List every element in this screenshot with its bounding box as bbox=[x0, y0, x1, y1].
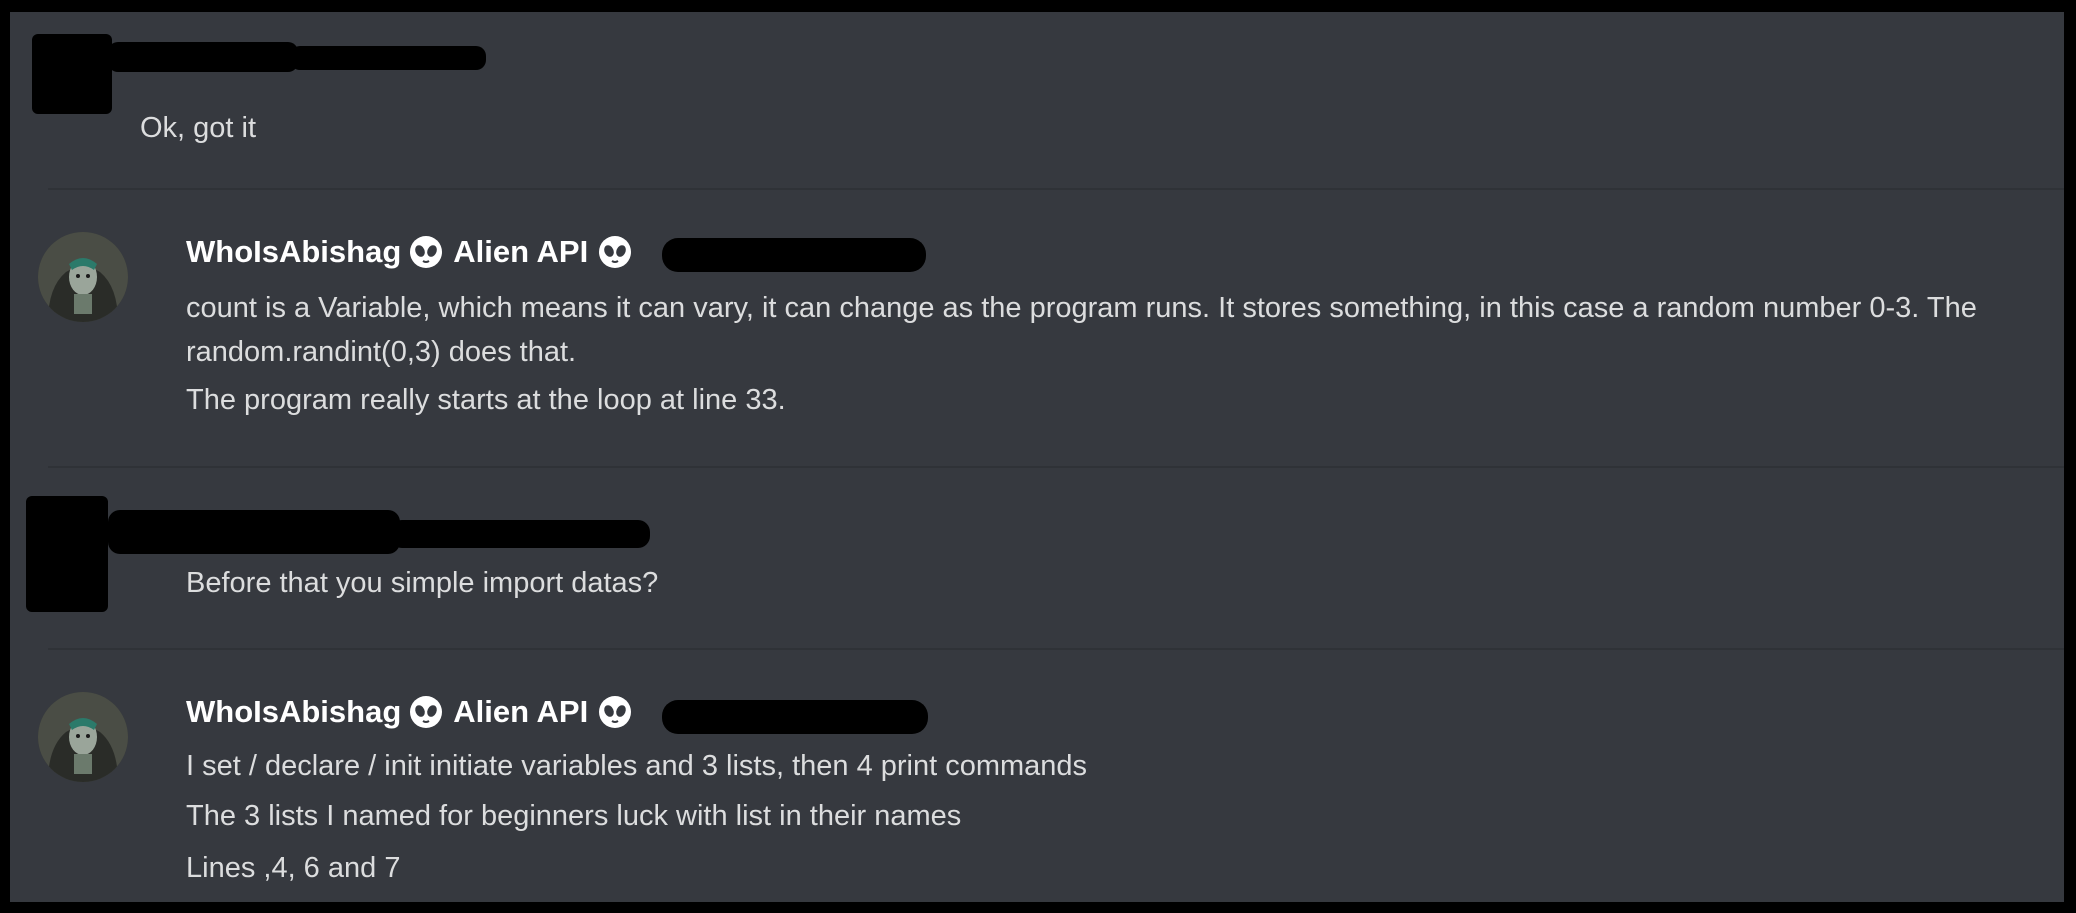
message-text: Lines ,4, 6 and 7 bbox=[186, 852, 401, 884]
username[interactable]: WhoIsAbishag bbox=[186, 694, 401, 730]
redacted-username-extension bbox=[290, 46, 486, 70]
redacted-timestamp bbox=[662, 238, 926, 272]
redacted-username-extension bbox=[390, 520, 650, 548]
message-divider bbox=[48, 466, 2064, 468]
message-text: The program really starts at the loop at… bbox=[186, 384, 786, 416]
alien-emoji-icon bbox=[410, 236, 443, 268]
alien-emoji-icon bbox=[599, 696, 632, 728]
message-text: Before that you simple import datas? bbox=[186, 567, 659, 599]
redacted-timestamp bbox=[662, 700, 928, 734]
alien-emoji-icon bbox=[599, 236, 632, 268]
chat-frame: Ok, got it WhoIsAbishag Alien API count … bbox=[10, 12, 2064, 902]
message-header: WhoIsAbishag Alien API bbox=[186, 232, 632, 272]
redacted-avatar bbox=[32, 34, 112, 114]
alien-emoji-icon bbox=[410, 696, 443, 728]
role-label[interactable]: Alien API bbox=[453, 234, 588, 270]
username[interactable]: WhoIsAbishag bbox=[186, 234, 401, 270]
message-text: count is a Variable, which means it can … bbox=[186, 292, 1977, 368]
redacted-username bbox=[108, 42, 298, 72]
message-text: I set / declare / init initiate variable… bbox=[186, 750, 1088, 782]
role-label[interactable]: Alien API bbox=[453, 694, 588, 730]
message-text: The 3 lists I named for beginners luck w… bbox=[186, 800, 962, 832]
redacted-avatar bbox=[26, 496, 108, 612]
message-divider bbox=[48, 648, 2064, 650]
message-text: Ok, got it bbox=[140, 112, 257, 144]
avatar[interactable] bbox=[38, 232, 128, 322]
message-header: WhoIsAbishag Alien API bbox=[186, 692, 632, 732]
redacted-username bbox=[108, 510, 400, 554]
avatar[interactable] bbox=[38, 692, 128, 782]
message-divider bbox=[48, 188, 2064, 190]
